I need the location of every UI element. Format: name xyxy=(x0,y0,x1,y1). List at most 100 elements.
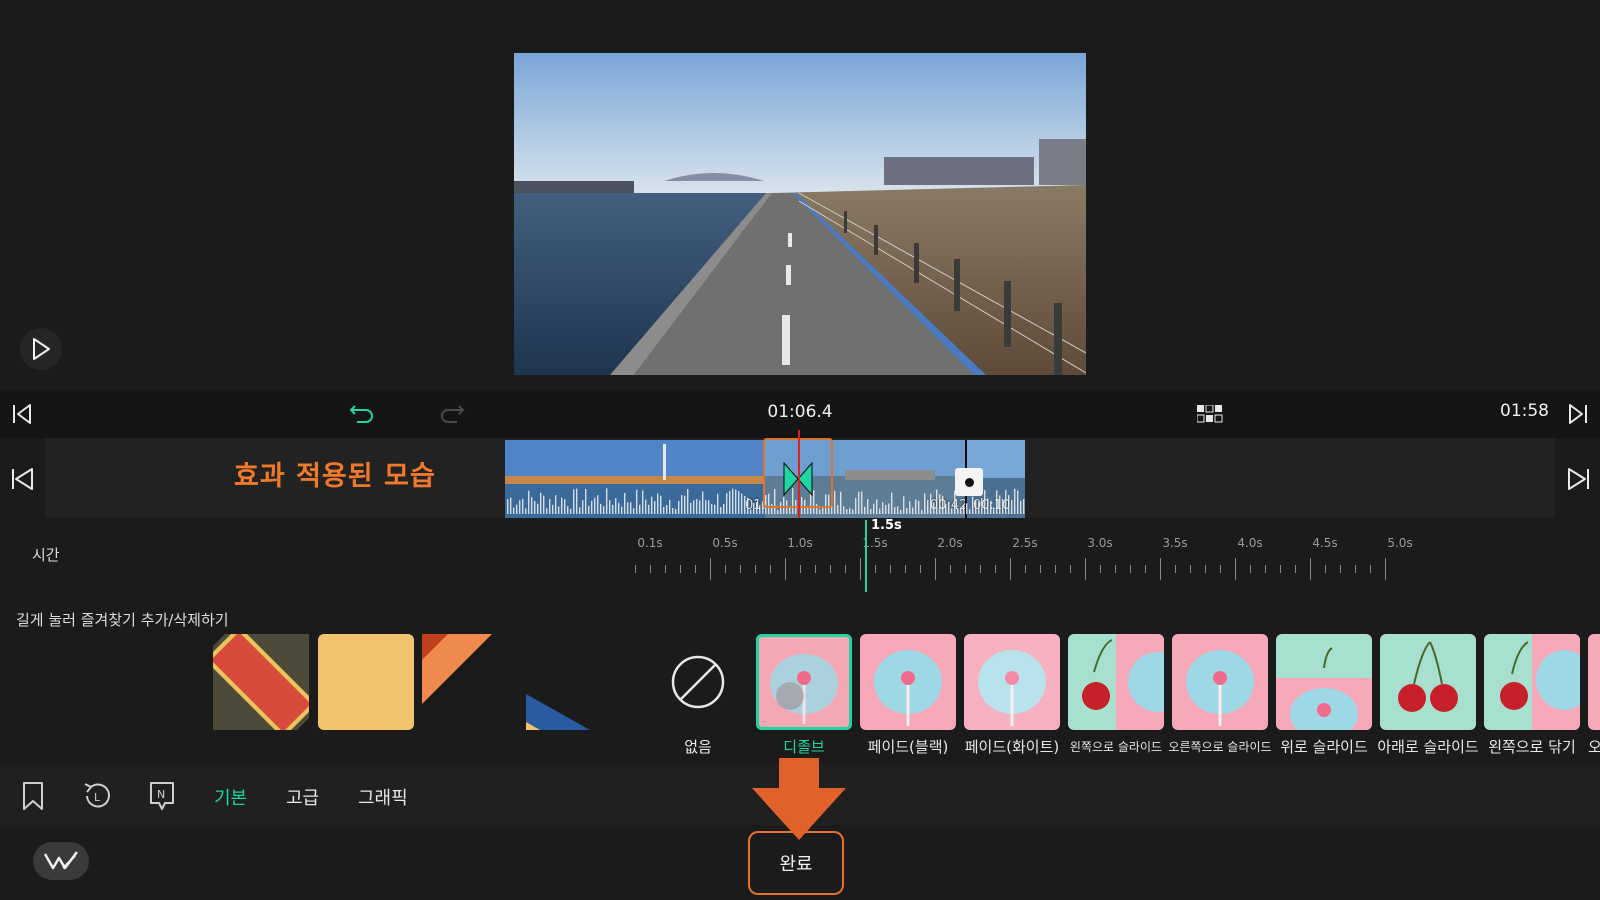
waveform-bar xyxy=(633,508,635,514)
effect-slide-down[interactable]: 아래로 슬라이드 xyxy=(1377,634,1479,756)
effect-label: 오른쪽으로 슬라이드 xyxy=(1168,740,1272,754)
effect-slide-right[interactable]: 오른쪽으로 슬라이드 xyxy=(1168,634,1272,754)
tab-advanced[interactable]: 고급 xyxy=(286,784,319,810)
ruler-tick xyxy=(1385,558,1386,580)
effect-label: 아래로 슬라이드 xyxy=(1377,738,1479,756)
effect-fade-black[interactable]: 페이드(블랙) xyxy=(860,634,956,756)
favorite-tile-blue[interactable] xyxy=(526,634,622,730)
waveform-bar xyxy=(819,509,821,514)
ruler-tick xyxy=(1160,558,1161,580)
waveform-bar xyxy=(990,500,992,514)
bookmark-icon xyxy=(23,782,43,810)
ruler-tick xyxy=(1175,565,1176,573)
grid-view-button[interactable] xyxy=(1194,398,1226,430)
waveform-bar xyxy=(717,493,719,514)
waveform-bar xyxy=(1005,490,1007,514)
duration-ruler[interactable]: 0.1s 0.5s 1.0s 1.5s 2.0s 2.5s 3.0s 3.5s 4.0s 4.5s… xyxy=(620,518,1413,600)
waveform-bar xyxy=(966,503,968,514)
ruler-tick xyxy=(1280,565,1281,573)
preview-image xyxy=(514,53,1086,375)
effect-dissolve[interactable]: 디졸브 xyxy=(756,634,852,756)
waveform-bar xyxy=(975,500,977,514)
waveform-bar xyxy=(912,507,914,514)
waveform-bar xyxy=(846,509,848,514)
effect-wipe-left[interactable]: 왼쪽으로 닦기 xyxy=(1484,634,1580,756)
ruler-tick-label: 3.5s xyxy=(1162,536,1188,550)
ruler-tick xyxy=(1145,565,1146,573)
waveform-bar xyxy=(543,495,545,514)
waveform-bar xyxy=(714,504,716,514)
app-logo-button[interactable] xyxy=(33,842,89,880)
waveform-bar xyxy=(996,490,998,514)
waveform-bar xyxy=(927,500,929,514)
ruler-tick xyxy=(755,565,756,573)
ruler-tick xyxy=(1220,565,1221,573)
effect-label: 왼쪽으로 슬라이드 xyxy=(1069,740,1163,754)
ruler-tick xyxy=(1355,565,1356,573)
transition-marker-2[interactable] xyxy=(955,468,983,496)
next-clip-button[interactable] xyxy=(1555,438,1600,520)
done-button[interactable]: 완료 xyxy=(748,831,844,895)
waveform-bar xyxy=(720,507,722,514)
waveform-bar xyxy=(516,504,518,514)
ruler-tick xyxy=(830,565,831,573)
lollipop-thumbnail xyxy=(874,650,942,726)
waveform-bar xyxy=(861,491,863,514)
waveform-bar xyxy=(645,499,647,514)
favorite-tile-stripes[interactable] xyxy=(213,634,309,730)
none-icon xyxy=(671,655,725,709)
waveform-bar xyxy=(621,506,623,514)
effect-label: 없음 xyxy=(684,738,712,756)
waveform-bar xyxy=(855,498,857,514)
new-tab[interactable]: N xyxy=(145,779,179,813)
ruler-tick-label: 4.5s xyxy=(1312,536,1338,550)
recent-icon: L xyxy=(84,783,110,808)
recent-tab[interactable]: L xyxy=(80,779,114,813)
ruler-tick xyxy=(1310,558,1311,580)
waveform-bar xyxy=(756,502,758,514)
favorite-tile-yellow[interactable] xyxy=(318,634,414,730)
waveform-bar xyxy=(534,500,536,514)
effect-slide-left[interactable]: 왼쪽으로 슬라이드 xyxy=(1068,634,1164,754)
waveform-bar xyxy=(906,508,908,514)
waveform-bar xyxy=(963,505,965,514)
cherries-thumbnail xyxy=(1398,641,1458,712)
current-time: 01:06.4 xyxy=(767,402,833,422)
effect-partial[interactable]: 오 xyxy=(1588,634,1600,756)
transition-list[interactable]: 없음 디졸브 페이드(블랙) 페이드(화이트) 왼쪽으로 슬라이드 오른쪽으로 … xyxy=(0,630,1600,760)
waveform-bar xyxy=(573,489,575,514)
favorite-tile-triangle[interactable] xyxy=(422,634,518,730)
ruler-tick xyxy=(1205,565,1206,573)
favorites-hint: 길게 눌러 즐겨찾기 추가/삭제하기 xyxy=(16,611,229,629)
waveform-bar xyxy=(888,503,890,514)
waveform-bar xyxy=(849,508,851,514)
waveform-bar xyxy=(663,507,665,514)
effect-label: 디졸브 xyxy=(783,738,825,756)
effect-none[interactable]: 없음 xyxy=(650,634,746,756)
bookmark-tab[interactable] xyxy=(16,779,50,813)
ruler-selection-marker[interactable] xyxy=(865,520,867,592)
undo-button[interactable] xyxy=(346,398,378,430)
waveform-bar xyxy=(678,500,680,514)
waveform-bar xyxy=(546,508,548,514)
play-button[interactable] xyxy=(20,328,62,370)
tab-graphic[interactable]: 그래픽 xyxy=(358,784,408,810)
go-to-start-button[interactable] xyxy=(6,398,38,430)
tab-basic[interactable]: 기본 xyxy=(214,784,247,810)
effect-label: 위로 슬라이드 xyxy=(1280,738,1368,756)
effect-fade-white[interactable]: 페이드(화이트) xyxy=(964,634,1060,756)
waveform-bar xyxy=(909,501,911,514)
waveform-bar xyxy=(936,489,938,514)
waveform-bar xyxy=(894,506,896,514)
previous-clip-button[interactable] xyxy=(0,438,45,520)
waveform-bar xyxy=(882,502,884,514)
effect-slide-up[interactable]: 위로 슬라이드 xyxy=(1276,634,1372,756)
waveform-bar xyxy=(870,508,872,514)
ruler-tick xyxy=(1115,565,1116,573)
dot-icon xyxy=(964,477,974,487)
redo-button[interactable] xyxy=(436,398,468,430)
go-to-end-button[interactable] xyxy=(1562,398,1594,430)
down-arrow-annotation-icon xyxy=(752,758,846,840)
waveform-bar xyxy=(555,495,557,514)
ruler-tick xyxy=(665,565,666,573)
